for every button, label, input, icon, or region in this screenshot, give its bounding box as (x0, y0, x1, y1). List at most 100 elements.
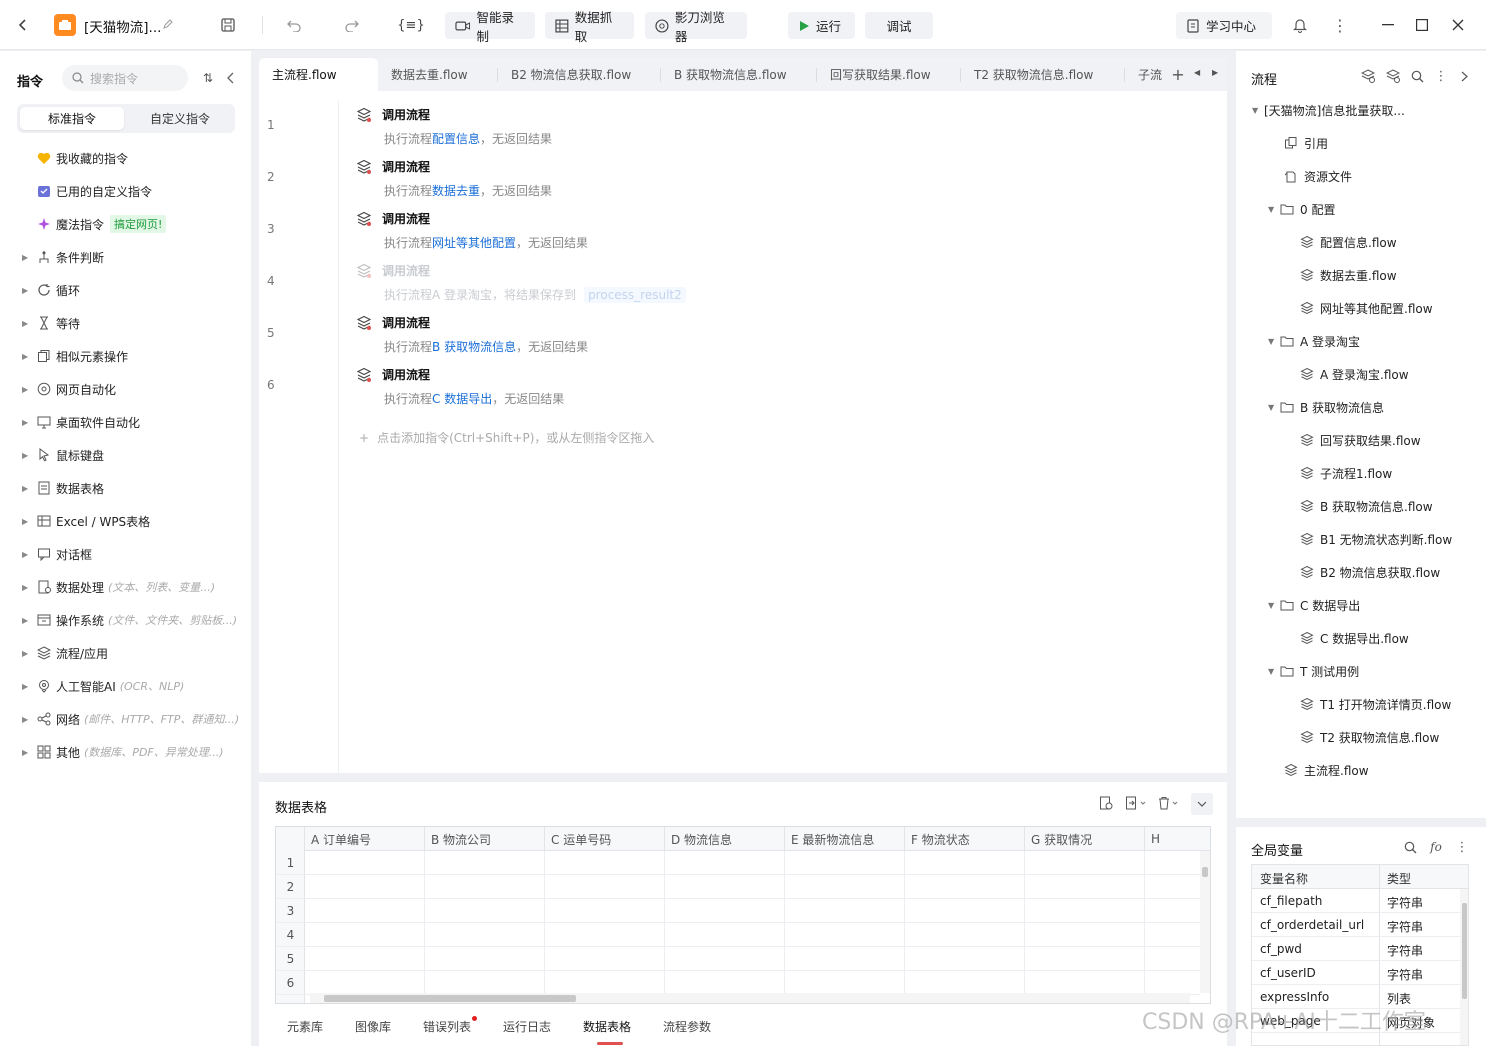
browser-button[interactable]: 影刀浏览器 (645, 10, 747, 44)
column-header[interactable]: E 最新物流信息 (785, 827, 905, 851)
bottom-tab[interactable]: 错误列表 (423, 1016, 478, 1035)
tree-item[interactable]: 资源文件 (1284, 166, 1352, 186)
minimize-icon[interactable] (1378, 15, 1398, 35)
tree-flow-file[interactable]: 回写获取结果.flow (1300, 430, 1421, 450)
flow-add-icon[interactable] (1360, 68, 1376, 84)
delete-icon[interactable] (1155, 794, 1181, 812)
tree-flow-file[interactable]: 子流程1.flow (1300, 463, 1392, 483)
expand-arrow-icon[interactable]: ▶ (22, 451, 32, 460)
tree-folder[interactable]: ▼ 0 配置 (1268, 199, 1335, 219)
tab-flow[interactable]: B2 物流信息获取.flow (498, 58, 661, 91)
collapse-icon[interactable] (224, 70, 238, 86)
run-button[interactable]: 运行 (788, 12, 855, 39)
expand-arrow-icon[interactable]: ▶ (22, 550, 32, 559)
var-search-icon[interactable] (1402, 839, 1418, 855)
flow-more-icon[interactable]: ⋮ (1433, 68, 1449, 84)
tree-flow-file[interactable]: 配置信息.flow (1300, 232, 1397, 252)
tree-folder[interactable]: ▼ T 测试用例 (1268, 661, 1359, 681)
export-icon[interactable] (1123, 794, 1149, 812)
category-item[interactable]: ▶ 人工智能AI (OCR、NLP) (22, 676, 247, 696)
step-flow-link[interactable]: 配置信息 (432, 132, 480, 146)
result-variable[interactable]: process_result2 (584, 287, 686, 303)
tree-flow-file[interactable]: T2 获取物流信息.flow (1300, 727, 1439, 747)
caret-down-icon[interactable]: ▼ (1268, 667, 1280, 676)
variable-row[interactable]: cf_userID 字符串 (1252, 961, 1460, 985)
flow-step[interactable]: 调用流程 执行流程数据去重，无返回结果 (356, 158, 552, 199)
expand-arrow-icon[interactable]: ▶ (22, 253, 32, 262)
expand-arrow-icon[interactable]: ▶ (22, 682, 32, 691)
flow-search-icon[interactable] (1409, 68, 1425, 84)
bottom-tab[interactable]: 元素库 (287, 1018, 323, 1035)
horizontal-scrollbar[interactable] (310, 993, 1190, 1003)
expand-arrow-icon[interactable]: ▶ (22, 715, 32, 724)
edit-title-icon[interactable] (160, 16, 176, 32)
flow-step[interactable]: 调用流程 执行流程B 获取物流信息，无返回结果 (356, 314, 588, 355)
caret-down-icon[interactable]: ▼ (1268, 403, 1280, 412)
caret-down-icon[interactable]: ▼ (1252, 106, 1264, 115)
column-header[interactable]: C 运单号码 (545, 827, 665, 851)
variable-row[interactable]: cf_pwd 字符串 (1252, 937, 1460, 961)
expand-arrow-icon[interactable]: ▶ (22, 352, 32, 361)
expand-arrow-icon[interactable]: ▶ (22, 286, 32, 295)
expand-arrow-icon[interactable]: ▶ (22, 517, 32, 526)
expand-arrow-icon[interactable]: ▶ (22, 649, 32, 658)
flow-settings-icon[interactable] (1385, 68, 1401, 84)
variables-scrollbar[interactable] (1460, 889, 1468, 1045)
learning-center-button[interactable]: 学习中心 (1176, 12, 1272, 39)
column-header[interactable]: H (1145, 827, 1210, 851)
category-item[interactable]: ▶ 网络 (邮件、HTTP、FTP、群通知...) (22, 709, 247, 729)
bottom-tab[interactable]: 运行日志 (503, 1018, 551, 1035)
expand-arrow-icon[interactable]: ▶ (22, 616, 32, 625)
tree-flow-file[interactable]: 网址等其他配置.flow (1300, 298, 1433, 318)
category-item[interactable]: ▶ 相似元素操作 (22, 346, 247, 366)
step-flow-link[interactable]: B 获取物流信息 (432, 340, 516, 354)
tab-custom-instructions[interactable]: 自定义指令 (128, 107, 232, 130)
used-custom-item[interactable]: 已用的自定义指令 (22, 181, 247, 201)
undo-icon[interactable] (284, 15, 304, 35)
tab-flow[interactable]: 主流程.flow (259, 58, 378, 91)
tab-flow[interactable]: 数据去重.flow (378, 58, 498, 91)
data-grid[interactable]: A 订单编号 B 物流公司 C 运单号码 D 物流信息 E 最新物流信息 F 物流状态 G … (275, 826, 1211, 1004)
row-number[interactable]: 3 (276, 899, 305, 923)
data-capture-button[interactable]: 数据抓取 (545, 10, 634, 44)
row-number[interactable]: 2 (276, 875, 305, 899)
tab-flow[interactable]: 回写获取结果.flow (817, 58, 961, 91)
category-item[interactable]: ▶ 等待 (22, 313, 247, 333)
tree-flow-file[interactable]: A 登录淘宝.flow (1300, 364, 1409, 384)
caret-down-icon[interactable]: ▼ (1268, 601, 1280, 610)
add-tab-icon[interactable]: + (1170, 65, 1186, 84)
tree-flow-file[interactable]: C 数据导出.flow (1300, 628, 1409, 648)
variable-row[interactable]: cf_orderdetail_url 字符串 (1252, 913, 1460, 937)
flow-step[interactable]: 调用流程 执行流程配置信息，无返回结果 (356, 106, 552, 147)
flow-step[interactable]: 调用流程 执行流程网址等其他配置，无返回结果 (356, 210, 588, 251)
bell-icon[interactable] (1290, 15, 1310, 35)
vertical-scrollbar[interactable] (1200, 851, 1210, 993)
category-item[interactable]: ▶ Excel / WPS表格 (22, 511, 247, 531)
step-flow-link[interactable]: 数据去重 (432, 184, 480, 198)
save-icon[interactable] (218, 15, 238, 35)
search-input[interactable]: 搜索指令 (62, 65, 188, 91)
caret-down-icon[interactable]: ▼ (1268, 337, 1280, 346)
code-view-icon[interactable]: {≡} (397, 14, 424, 36)
more-icon[interactable]: ⋮ (1330, 15, 1350, 35)
row-number[interactable]: 4 (276, 923, 305, 947)
bottom-tab[interactable]: 数据表格 (583, 1018, 631, 1045)
variable-row[interactable]: cf_filepath 字符串 (1252, 889, 1460, 913)
category-item[interactable]: ▶ 流程/应用 (22, 643, 247, 663)
bottom-tab[interactable]: 流程参数 (663, 1018, 711, 1035)
tree-flow-file[interactable]: B1 无物流状态判断.flow (1300, 529, 1452, 549)
row-number[interactable]: 1 (276, 851, 305, 875)
tree-folder[interactable]: ▼ B 获取物流信息 (1268, 397, 1384, 417)
debug-button[interactable]: 调试 (865, 12, 933, 39)
tree-folder[interactable]: ▼ C 数据导出 (1268, 595, 1360, 615)
category-item[interactable]: ▶ 数据表格 (22, 478, 247, 498)
back-icon[interactable] (12, 14, 34, 36)
expand-arrow-icon[interactable]: ▶ (22, 319, 32, 328)
tree-flow-file[interactable]: 数据去重.flow (1300, 265, 1397, 285)
tree-flow-file[interactable]: T1 打开物流详情页.flow (1300, 694, 1451, 714)
tab-flow[interactable]: T2 获取物流信息.flow (961, 58, 1125, 91)
column-header[interactable]: F 物流状态 (905, 827, 1025, 851)
category-item[interactable]: ▶ 循环 (22, 280, 247, 300)
column-header[interactable]: B 物流公司 (425, 827, 545, 851)
flow-step[interactable]: 调用流程 执行流程A 登录淘宝，将结果保存到 process_result2 (356, 262, 686, 303)
